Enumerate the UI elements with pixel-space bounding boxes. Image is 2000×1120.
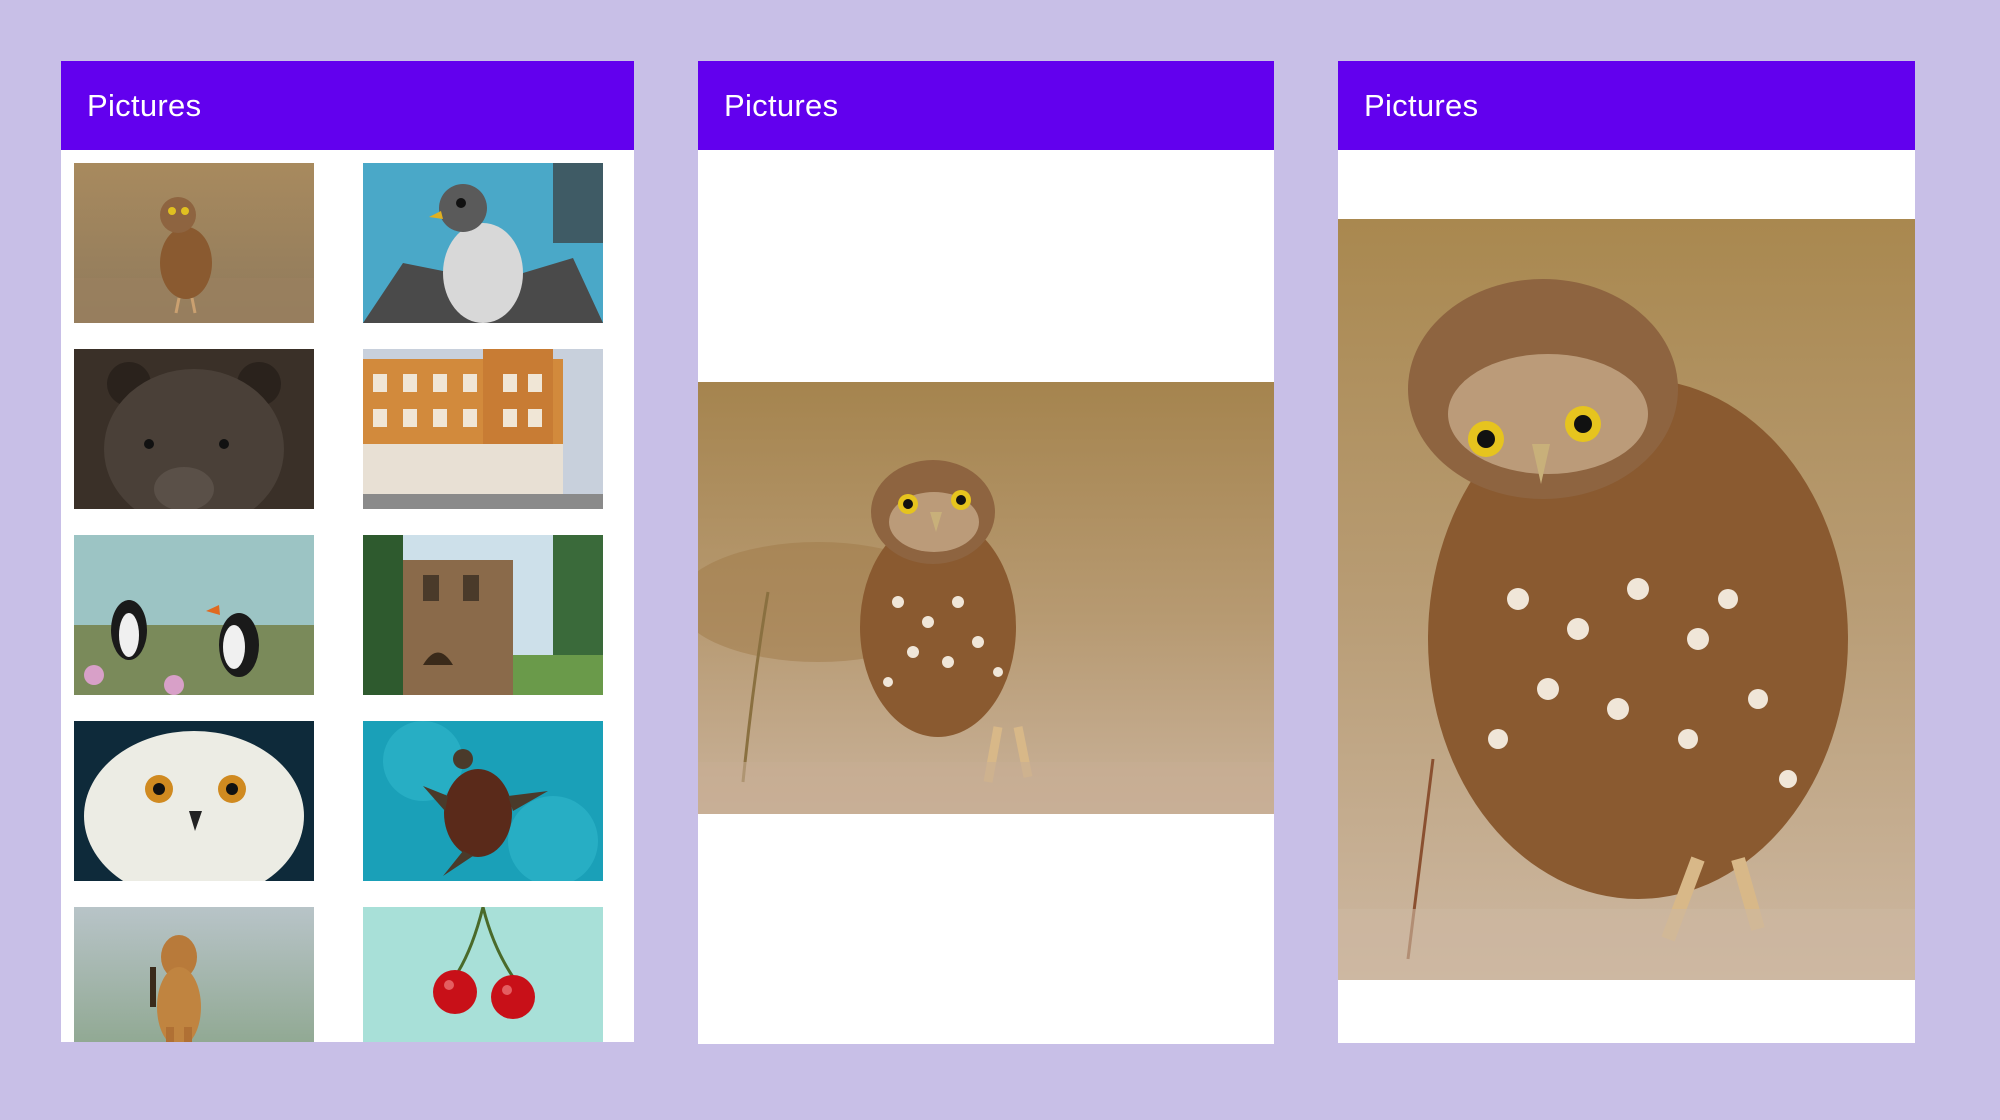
thumbnail-sea-turtle[interactable] xyxy=(363,721,603,881)
selected-picture[interactable] xyxy=(698,382,1274,814)
thumbnail-cherries[interactable] xyxy=(363,907,603,1042)
app-bar-title: Pictures xyxy=(1364,87,1479,123)
picture-detail-zoomed-screen: Pictures xyxy=(1338,61,1915,1043)
sea-turtle-image xyxy=(363,721,603,881)
thumbnail-bear[interactable] xyxy=(74,349,314,509)
burrowing-owl-large-image xyxy=(698,382,1274,814)
picture-grid xyxy=(74,163,604,1042)
pictures-grid-screen: Pictures xyxy=(61,61,634,1042)
thumbnail-castle-ruin[interactable] xyxy=(363,535,603,695)
thumbnail-building[interactable] xyxy=(363,349,603,509)
cherries-image xyxy=(363,907,603,1042)
burrowing-owl-zoomed-image xyxy=(1338,219,1915,980)
building-image xyxy=(363,349,603,509)
burrowing-owl-image xyxy=(74,163,314,323)
puffins-image xyxy=(74,535,314,695)
bear-image xyxy=(74,349,314,509)
app-bar-title: Pictures xyxy=(87,87,202,123)
app-bar: Pictures xyxy=(698,61,1274,150)
picture-detail-screen: Pictures xyxy=(698,61,1274,1044)
thumbnail-lion-cub[interactable] xyxy=(74,907,314,1042)
selected-picture-zoomed[interactable] xyxy=(1338,219,1915,980)
snowy-owl-image xyxy=(74,721,314,881)
castle-ruin-image xyxy=(363,535,603,695)
app-bar: Pictures xyxy=(1338,61,1915,150)
app-bar: Pictures xyxy=(61,61,634,150)
falcon-image xyxy=(363,163,603,323)
thumbnail-falcon[interactable] xyxy=(363,163,603,323)
thumbnail-puffins[interactable] xyxy=(74,535,314,695)
thumbnail-snowy-owl[interactable] xyxy=(74,721,314,881)
app-bar-title: Pictures xyxy=(724,87,839,123)
lion-cub-image xyxy=(74,907,314,1042)
thumbnail-burrowing-owl[interactable] xyxy=(74,163,314,323)
